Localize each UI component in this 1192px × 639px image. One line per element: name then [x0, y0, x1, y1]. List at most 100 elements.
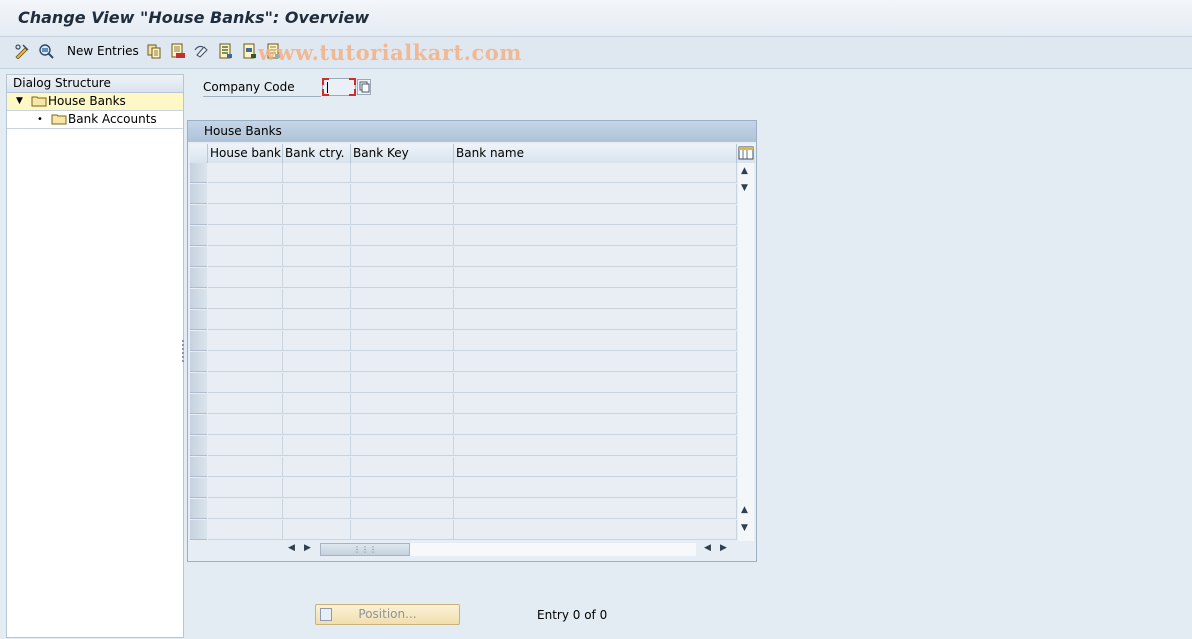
row-selector[interactable]	[190, 205, 207, 225]
table-cell[interactable]	[283, 499, 351, 519]
column-settings-button[interactable]	[737, 144, 755, 163]
table-cell[interactable]	[351, 268, 454, 288]
company-code-field[interactable]	[322, 78, 356, 96]
table-cell[interactable]	[351, 373, 454, 393]
table-cell[interactable]	[283, 394, 351, 414]
row-selector[interactable]	[190, 499, 207, 519]
table-cell[interactable]	[208, 268, 283, 288]
table-cell[interactable]	[454, 352, 737, 372]
table-cell[interactable]	[208, 478, 283, 498]
panel-splitter[interactable]	[182, 340, 184, 362]
column-header-bank-name[interactable]: Bank name	[454, 144, 737, 163]
column-header-bank-country[interactable]: Bank ctry.	[283, 144, 351, 163]
row-selector[interactable]	[190, 184, 207, 204]
table-cell[interactable]	[454, 247, 737, 267]
row-selector[interactable]	[190, 520, 207, 540]
table-cell[interactable]	[351, 436, 454, 456]
table-cell[interactable]	[283, 457, 351, 477]
table-cell[interactable]	[208, 520, 283, 540]
table-cell[interactable]	[454, 457, 737, 477]
table-cell[interactable]	[454, 226, 737, 246]
position-button[interactable]: Position...	[315, 604, 460, 625]
horizontal-scrollbar[interactable]: ◀ ▶ ⋮⋮⋮ ◀ ▶	[284, 542, 734, 558]
scroll-left-icon[interactable]: ◀	[288, 543, 295, 553]
scroll-left-icon[interactable]: ◀	[704, 543, 711, 553]
table-cell[interactable]	[283, 289, 351, 309]
table-cell[interactable]	[351, 331, 454, 351]
row-selector[interactable]	[190, 289, 207, 309]
table-cell[interactable]	[351, 289, 454, 309]
table-cell[interactable]	[454, 478, 737, 498]
row-selector[interactable]	[190, 478, 207, 498]
expand-arrow-icon[interactable]: ▼	[16, 93, 23, 110]
table-cell[interactable]	[351, 394, 454, 414]
table-cell[interactable]	[283, 331, 351, 351]
table-cell[interactable]	[208, 205, 283, 225]
table-cell[interactable]	[283, 268, 351, 288]
table-cell[interactable]	[454, 520, 737, 540]
row-selector[interactable]	[190, 226, 207, 246]
select-all-icon[interactable]	[218, 43, 234, 59]
table-cell[interactable]	[351, 478, 454, 498]
tree-item-bank-accounts[interactable]: • Bank Accounts	[7, 111, 183, 129]
scroll-right-icon[interactable]: ▶	[304, 543, 311, 553]
row-selector[interactable]	[190, 268, 207, 288]
scroll-down-icon[interactable]: ▼	[741, 523, 748, 533]
scroll-thumb[interactable]: ⋮⋮⋮	[320, 543, 410, 556]
row-selector[interactable]	[190, 163, 207, 183]
table-cell[interactable]	[351, 499, 454, 519]
scroll-up-icon[interactable]: ▲	[741, 505, 748, 515]
row-selector[interactable]	[190, 331, 207, 351]
row-selector[interactable]	[190, 310, 207, 330]
table-cell[interactable]	[454, 331, 737, 351]
column-header-house-bank[interactable]: House bank	[208, 144, 283, 163]
table-cell[interactable]	[208, 247, 283, 267]
table-cell[interactable]	[283, 205, 351, 225]
table-cell[interactable]	[208, 226, 283, 246]
new-entries-button[interactable]: New Entries	[67, 44, 139, 58]
table-cell[interactable]	[283, 478, 351, 498]
table-cell[interactable]	[454, 415, 737, 435]
value-help-button[interactable]	[357, 79, 371, 95]
table-cell[interactable]	[454, 394, 737, 414]
table-cell[interactable]	[283, 436, 351, 456]
display-change-icon[interactable]	[14, 43, 30, 59]
row-selector[interactable]	[190, 247, 207, 267]
table-cell[interactable]	[208, 373, 283, 393]
table-cell[interactable]	[208, 499, 283, 519]
table-cell[interactable]	[283, 415, 351, 435]
copy-icon[interactable]	[146, 43, 162, 59]
table-cell[interactable]	[351, 415, 454, 435]
row-selector[interactable]	[190, 352, 207, 372]
table-cell[interactable]	[351, 352, 454, 372]
delete-icon[interactable]	[170, 43, 186, 59]
row-selector[interactable]	[190, 436, 207, 456]
table-cell[interactable]	[208, 352, 283, 372]
table-cell[interactable]	[208, 436, 283, 456]
table-cell[interactable]	[351, 310, 454, 330]
scroll-down-icon[interactable]: ▼	[741, 183, 748, 193]
table-cell[interactable]	[454, 373, 737, 393]
table-cell[interactable]	[454, 436, 737, 456]
scroll-track[interactable]	[410, 543, 696, 556]
table-cell[interactable]	[208, 289, 283, 309]
vertical-scrollbar[interactable]: ▲ ▼ ▲ ▼	[738, 163, 754, 541]
other-view-icon[interactable]	[38, 43, 54, 59]
table-cell[interactable]	[454, 163, 737, 183]
table-cell[interactable]	[283, 163, 351, 183]
table-cell[interactable]	[454, 268, 737, 288]
table-cell[interactable]	[208, 163, 283, 183]
row-selector[interactable]	[190, 457, 207, 477]
table-cell[interactable]	[351, 520, 454, 540]
table-cell[interactable]	[208, 415, 283, 435]
table-cell[interactable]	[208, 457, 283, 477]
table-cell[interactable]	[454, 499, 737, 519]
table-cell[interactable]	[283, 520, 351, 540]
scroll-up-icon[interactable]: ▲	[741, 166, 748, 176]
table-cell[interactable]	[454, 205, 737, 225]
table-cell[interactable]	[283, 373, 351, 393]
table-cell[interactable]	[351, 457, 454, 477]
select-block-icon[interactable]	[242, 43, 258, 59]
row-selector[interactable]	[190, 415, 207, 435]
table-cell[interactable]	[351, 226, 454, 246]
